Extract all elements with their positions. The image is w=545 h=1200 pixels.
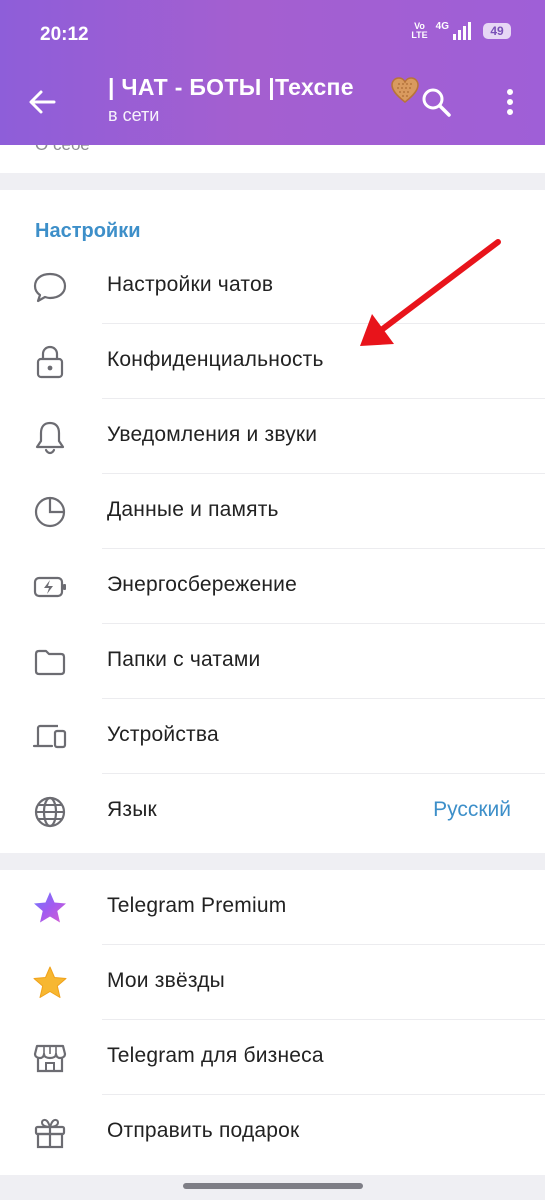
pie-chart-icon bbox=[34, 496, 66, 528]
chat-bubble-icon bbox=[33, 272, 67, 303]
battery-indicator: 49 bbox=[483, 23, 511, 39]
profile-card: О себе bbox=[0, 145, 545, 173]
gift-icon bbox=[34, 1118, 66, 1149]
settings-item-label: Данные и память bbox=[107, 498, 279, 521]
status-icons: Vo LTE 4G 49 bbox=[411, 20, 511, 40]
settings-item-notifications[interactable]: Уведомления и звуки bbox=[0, 399, 545, 474]
app-header: 20:12 Vo LTE 4G 49 | ЧАТ - БОТЫ |Техспе в… bbox=[0, 0, 545, 145]
settings-item-devices[interactable]: Устройства bbox=[0, 699, 545, 774]
shop-icon bbox=[33, 1044, 67, 1073]
premium-card: Telegram Premium Мои звёзды Telegram для… bbox=[0, 870, 545, 1175]
status-time: 20:12 bbox=[40, 24, 89, 45]
settings-item-label: Устройства bbox=[107, 723, 219, 746]
settings-item-label: Энергосбережение bbox=[107, 573, 297, 596]
bell-icon bbox=[35, 421, 65, 455]
settings-item-chat-folders[interactable]: Папки с чатами bbox=[0, 624, 545, 699]
premium-item-label: Отправить подарок bbox=[107, 1119, 300, 1142]
gold-star-icon bbox=[33, 966, 67, 998]
section-title: Настройки bbox=[35, 220, 141, 242]
settings-item-label: Уведомления и звуки bbox=[107, 423, 318, 446]
gesture-nav-bar[interactable] bbox=[183, 1183, 363, 1189]
premium-item-send-gift[interactable]: Отправить подарок bbox=[0, 1095, 545, 1170]
signal-icon bbox=[453, 22, 471, 40]
settings-item-language[interactable]: Язык Русский bbox=[0, 774, 545, 849]
volte-icon: Vo LTE bbox=[411, 21, 428, 40]
premium-item-label: Telegram для бизнеса bbox=[107, 1044, 324, 1067]
globe-icon bbox=[34, 796, 66, 828]
lock-icon bbox=[36, 345, 64, 379]
language-value: Русский bbox=[433, 798, 511, 821]
annotation-arrow bbox=[360, 239, 501, 346]
premium-item-label: Telegram Premium bbox=[107, 894, 287, 917]
devices-icon bbox=[32, 724, 67, 749]
settings-item-label: Язык bbox=[107, 798, 157, 821]
search-icon[interactable] bbox=[420, 86, 452, 118]
settings-item-label: Настройки чатов bbox=[107, 273, 274, 296]
chat-title: | ЧАТ - БОТЫ |Техспе bbox=[108, 74, 354, 100]
premium-star-icon bbox=[34, 892, 66, 923]
premium-item-telegram-premium[interactable]: Telegram Premium bbox=[0, 870, 545, 945]
status-bar: 20:12 Vo LTE 4G 49 bbox=[0, 0, 545, 70]
settings-item-label: Конфиденциальность bbox=[107, 348, 324, 371]
more-options-icon[interactable] bbox=[496, 86, 524, 118]
battery-bolt-icon bbox=[33, 576, 66, 598]
network-type: 4G bbox=[435, 20, 449, 32]
premium-item-business[interactable]: Telegram для бизнеса bbox=[0, 1020, 545, 1095]
chat-title-block[interactable]: | ЧАТ - БОТЫ |Техспе в сети bbox=[108, 74, 408, 126]
folder-icon bbox=[34, 649, 66, 676]
heart-emoji-icon bbox=[391, 77, 419, 103]
settings-item-data-storage[interactable]: Данные и память bbox=[0, 474, 545, 549]
settings-item-label: Папки с чатами bbox=[107, 648, 261, 671]
settings-item-power-saving[interactable]: Энергосбережение bbox=[0, 549, 545, 624]
about-label: О себе bbox=[35, 145, 90, 155]
premium-item-my-stars[interactable]: Мои звёзды bbox=[0, 945, 545, 1020]
chat-status: в сети bbox=[108, 105, 160, 125]
back-arrow-icon[interactable] bbox=[26, 86, 58, 118]
premium-item-label: Мои звёзды bbox=[107, 969, 225, 992]
